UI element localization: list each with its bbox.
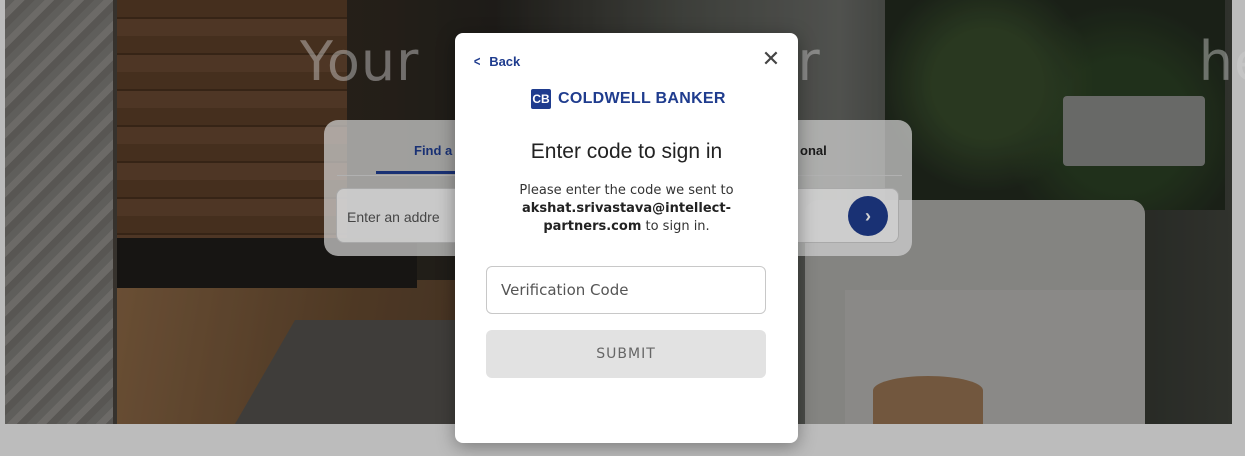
verification-code-input[interactable] <box>486 266 766 314</box>
brand-logo: CB COLDWELL BANKER <box>531 89 726 109</box>
coldwell-banker-logo-icon: CB <box>531 89 551 109</box>
submit-button[interactable]: SUBMIT <box>486 330 766 378</box>
modal-title: Enter code to sign in <box>530 140 723 163</box>
close-icon[interactable]: ✕ <box>760 49 782 71</box>
instructions-text: Please enter the code we sent to akshat.… <box>495 182 758 236</box>
back-label: Back <box>489 53 521 69</box>
instructions-pre: Please enter the code we sent to <box>519 183 734 198</box>
sign-in-modal: < Back ✕ CB COLDWELL BANKER Enter code t… <box>455 33 798 443</box>
instructions-post: to sign in. <box>645 219 710 234</box>
brand-name: COLDWELL BANKER <box>558 90 726 107</box>
back-button[interactable]: < Back <box>473 53 520 69</box>
chevron-left-icon: < <box>473 53 481 69</box>
